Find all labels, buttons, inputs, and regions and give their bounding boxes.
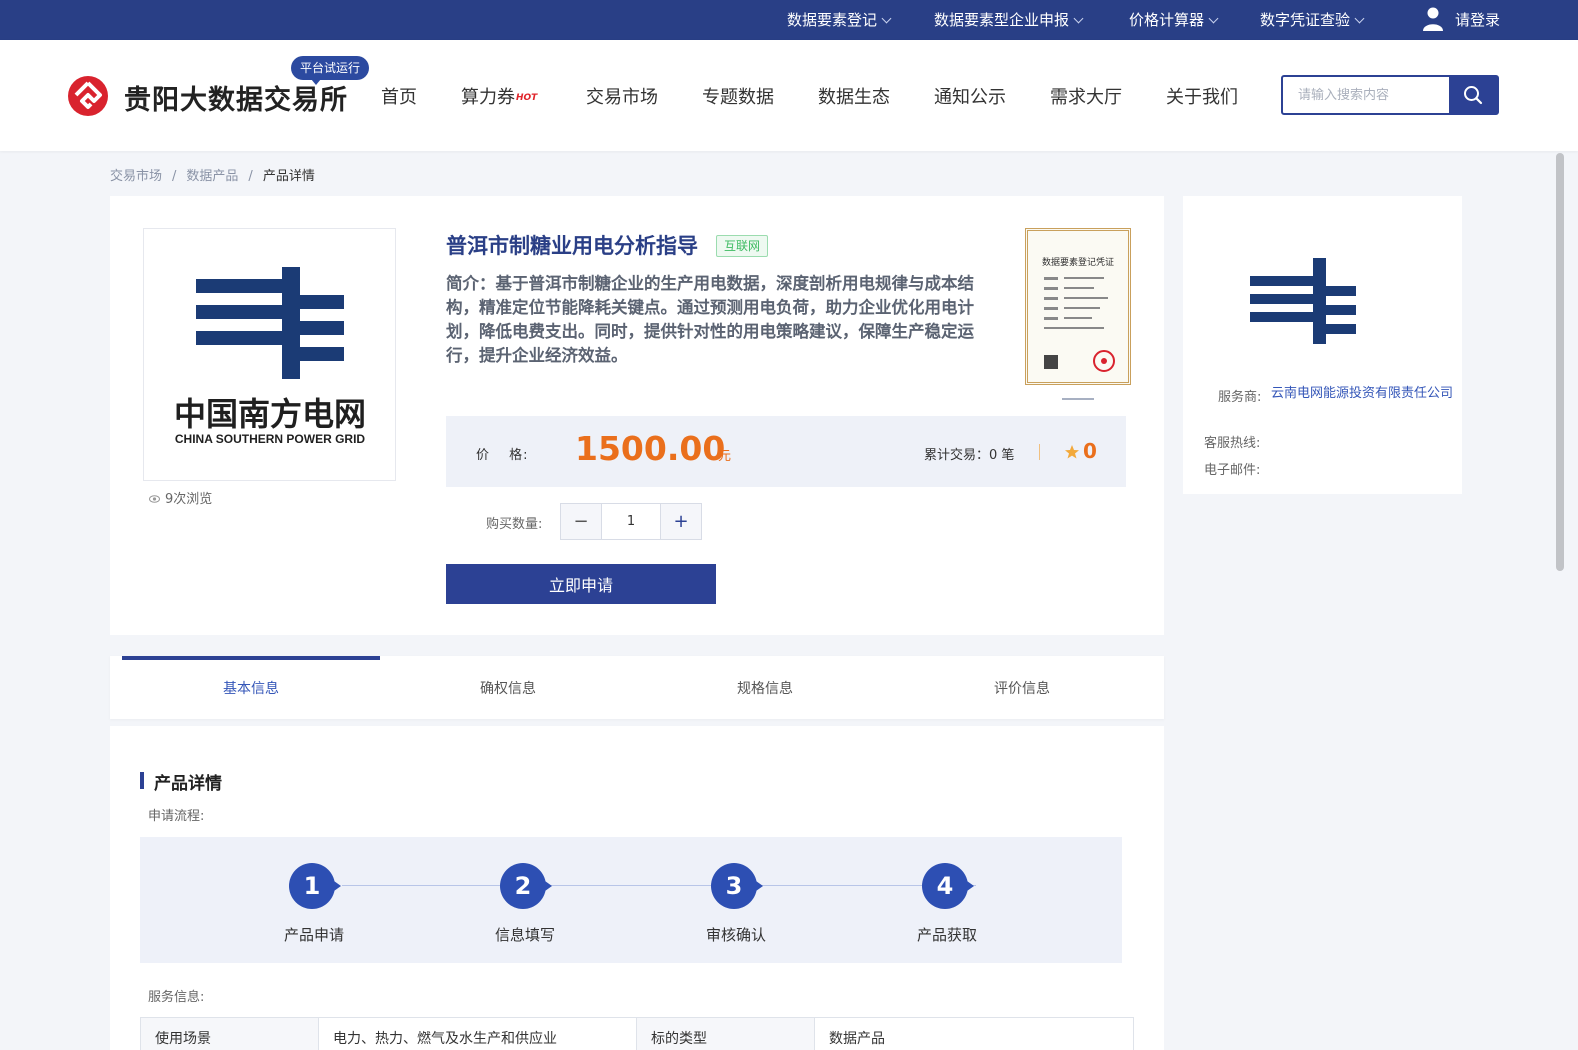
hot-tag: HOT	[516, 93, 538, 103]
search-button[interactable]	[1449, 77, 1497, 113]
provider-service-label: 服务商:	[1218, 390, 1262, 405]
table-value: 数据产品	[814, 1017, 1134, 1050]
breadcrumb-trading-market[interactable]: 交易市场	[110, 169, 162, 184]
topbar-item-price-calculator[interactable]: 价格计算器	[1129, 0, 1219, 40]
table-key: 使用场景	[140, 1017, 319, 1050]
page-scrollbar[interactable]	[1556, 153, 1564, 571]
chevron-down-icon	[1354, 13, 1365, 24]
nav-data-ecosystem[interactable]: 数据生态	[818, 83, 890, 109]
tab-review-info[interactable]: 评价信息	[893, 656, 1151, 719]
step-4-circle: 4	[922, 863, 974, 909]
exchange-logo-icon[interactable]	[67, 75, 109, 117]
nav-demand-hall[interactable]: 需求大厅	[1050, 83, 1122, 109]
certificate-indicator[interactable]	[1062, 398, 1094, 400]
breadcrumb-current: 产品详情	[262, 169, 315, 184]
nav-home[interactable]: 首页	[381, 83, 417, 109]
breadcrumb-data-products[interactable]: 数据产品	[186, 169, 238, 184]
price-value: 1500.00	[575, 429, 726, 468]
product-details-section: 产品详情 申请流程: 1 产品申请 2 信息填写 3 审核确认 4 产品获取 服…	[110, 726, 1164, 1050]
user-icon[interactable]	[1422, 6, 1444, 32]
provider-logo	[1210, 212, 1394, 362]
step-3-circle: 3	[711, 863, 763, 909]
product-title: 普洱市制糖业用电分析指导	[446, 234, 698, 258]
step-1-label: 产品申请	[283, 926, 344, 944]
certificate-image: 数据要素登记凭证	[1042, 256, 1115, 372]
search-input[interactable]	[1283, 77, 1451, 113]
rating-value: 0	[1083, 439, 1097, 463]
service-info-label: 服务信息:	[148, 990, 205, 1005]
tab-basic-info[interactable]: 基本信息	[122, 656, 380, 719]
chevron-down-icon	[1208, 13, 1219, 24]
search-icon	[1464, 86, 1483, 105]
chevron-down-icon	[1073, 13, 1084, 24]
apply-now-button[interactable]: 立即申请	[446, 564, 716, 604]
trade-count: 累计交易：0 笔	[924, 448, 1015, 463]
southern-grid-logo: 中国南方电网 CHINA SOUTHERN POWER GRID	[174, 267, 366, 446]
step-1-circle: 1	[289, 863, 341, 909]
service-info-table: 使用场景 电力、热力、燃气及水生产和供应业 标的类型 数据产品	[140, 1017, 1134, 1050]
application-process: 1 产品申请 2 信息填写 3 审核确认 4 产品获取	[140, 837, 1122, 963]
topbar-item-certificate-check[interactable]: 数字凭证查验	[1260, 0, 1365, 40]
step-2-label: 信息填写	[494, 926, 555, 944]
quantity-decrease-button[interactable]: −	[561, 504, 601, 539]
provider-email-label: 电子邮件:	[1204, 463, 1261, 478]
nav-trading-market[interactable]: 交易市场	[586, 83, 658, 109]
trial-run-badge: 平台试运行	[291, 56, 370, 85]
price-panel: 价 格: 1500.00 元 累计交易：0 笔 0	[446, 416, 1126, 487]
category-badge: 互联网	[716, 235, 769, 257]
chevron-down-icon	[881, 13, 892, 24]
step-connector	[342, 885, 976, 886]
step-4-label: 产品获取	[916, 926, 977, 944]
nav-notices[interactable]: 通知公示	[934, 83, 1006, 109]
product-card: 中国南方电网 CHINA SOUTHERN POWER GRID 9次浏览 普洱…	[110, 196, 1164, 635]
nav-compute-voucher[interactable]: 算力券	[461, 83, 515, 109]
registration-certificate[interactable]: 数据要素登记凭证	[1025, 228, 1131, 385]
step-2-circle: 2	[500, 863, 552, 909]
table-key: 标的类型	[636, 1017, 815, 1050]
table-row: 使用场景 电力、热力、燃气及水生产和供应业 标的类型 数据产品	[140, 1017, 1134, 1050]
tab-spec-info[interactable]: 规格信息	[636, 656, 894, 719]
topbar-item-enterprise-declaration[interactable]: 数据要素型企业申报	[934, 0, 1084, 40]
provider-service-name[interactable]: 云南电网能源投资有限责任公司	[1271, 385, 1455, 403]
nav-topic-data[interactable]: 专题数据	[702, 83, 774, 109]
process-label: 申请流程:	[148, 809, 205, 824]
price-unit: 元	[718, 449, 732, 464]
breadcrumb: 交易市场 / 数据产品 / 产品详情	[110, 169, 315, 184]
nav-about-us[interactable]: 关于我们	[1166, 83, 1238, 109]
eye-icon	[149, 495, 160, 503]
provider-card: 服务商: 云南电网能源投资有限责任公司 客服热线: 电子邮件:	[1183, 196, 1462, 494]
southern-grid-logo	[1250, 258, 1356, 344]
top-utility-bar: 数据要素登记 数据要素型企业申报 价格计算器 数字凭证查验 请登录	[0, 0, 1578, 40]
topbar-item-data-registration[interactable]: 数据要素登记	[787, 0, 892, 40]
quantity-increase-button[interactable]: +	[661, 504, 701, 539]
provider-hotline-label: 客服热线:	[1204, 436, 1261, 451]
main-header: 贵阳大数据交易所 平台试运行 首页 算力券 HOT 交易市场 专题数据 数据生态…	[0, 40, 1578, 151]
table-value: 电力、热力、燃气及水生产和供应业	[318, 1017, 637, 1050]
price-label: 价 格:	[476, 448, 529, 463]
view-count: 9次浏览	[149, 488, 212, 507]
svg-text:CHINA SOUTHERN POWER GRID: CHINA SOUTHERN POWER GRID	[175, 432, 366, 446]
divider	[1039, 444, 1040, 460]
search-box	[1281, 75, 1499, 115]
product-image: 中国南方电网 CHINA SOUTHERN POWER GRID	[143, 228, 396, 481]
step-3-label: 审核确认	[705, 926, 766, 944]
quantity-input[interactable]: 1	[601, 504, 661, 539]
star-icon	[1065, 445, 1079, 459]
svg-text:中国南方电网: 中国南方电网	[174, 395, 366, 433]
tab-rights-info[interactable]: 确权信息	[379, 656, 637, 719]
quantity-label: 购买数量:	[486, 517, 543, 532]
section-title: 产品详情	[140, 769, 222, 794]
quantity-stepper: − 1 +	[560, 503, 702, 540]
login-link[interactable]: 请登录	[1455, 0, 1500, 40]
svg-text:数据要素登记凭证: 数据要素登记凭证	[1042, 256, 1114, 268]
product-description: 简介：基于普洱市制糖企业的生产用电数据，深度剖析用电规律与成本结构，精准定位节能…	[446, 274, 974, 365]
detail-tabs: 基本信息 确权信息 规格信息 评价信息	[110, 656, 1164, 719]
